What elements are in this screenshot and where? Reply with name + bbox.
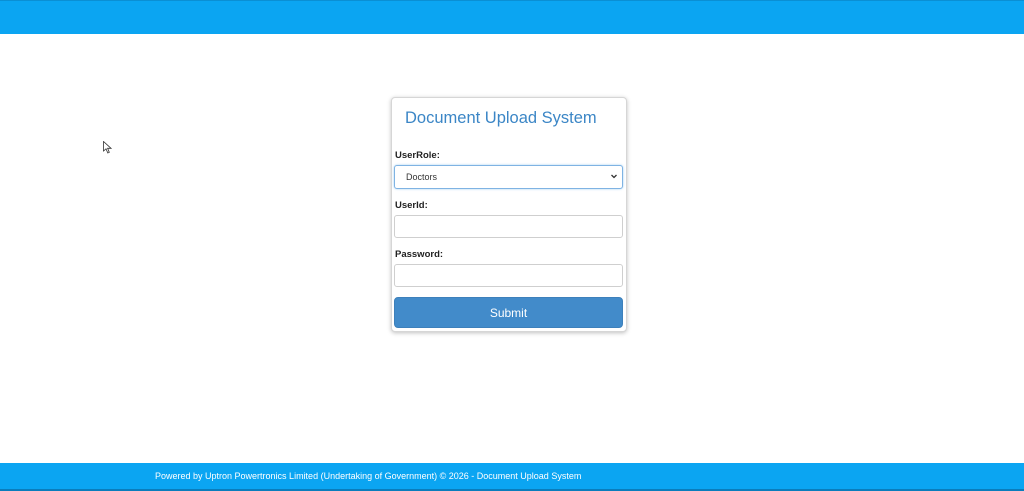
submit-button[interactable]: Submit	[394, 297, 623, 328]
user-id-input[interactable]	[394, 215, 623, 238]
mouse-pointer-icon	[103, 141, 112, 154]
password-input[interactable]	[394, 264, 623, 287]
chevron-down-icon	[611, 174, 617, 179]
user-role-select[interactable]: Doctors	[394, 165, 623, 189]
user-role-selected-value: Doctors	[406, 172, 438, 182]
card-title: Document Upload System	[405, 109, 597, 127]
user-role-label: UserRole:	[395, 150, 440, 161]
top-header-bar	[0, 0, 1024, 34]
footer-bar: Powered by Uptron Powertronics Limited (…	[0, 463, 1024, 491]
user-id-label: UserId:	[395, 200, 428, 211]
footer-text: Powered by Uptron Powertronics Limited (…	[155, 471, 582, 481]
login-card: Document Upload System UserRole: Doctors…	[391, 97, 627, 332]
password-label: Password:	[395, 249, 444, 260]
